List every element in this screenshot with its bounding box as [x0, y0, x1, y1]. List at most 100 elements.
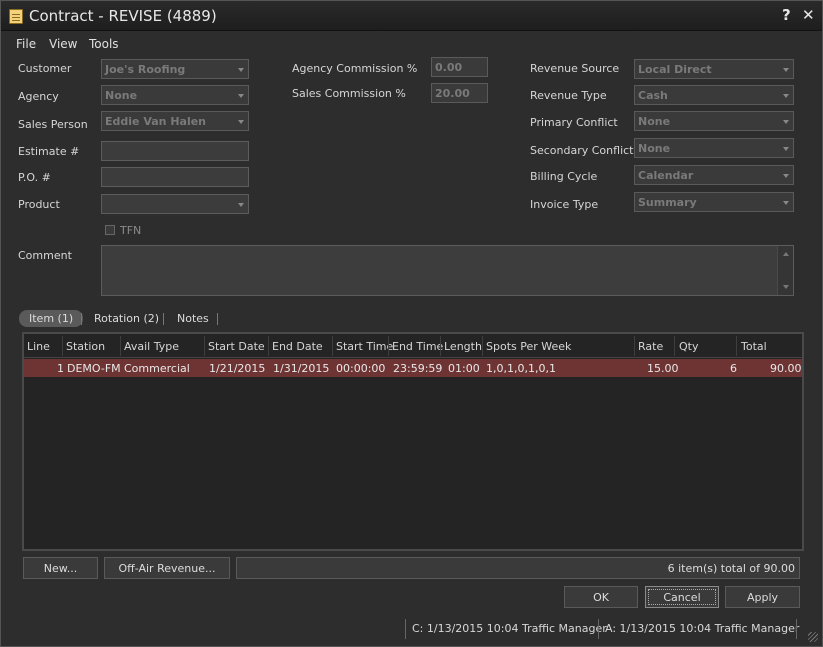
chevron-down-icon: [783, 174, 789, 178]
column-divider[interactable]: [268, 336, 269, 356]
cell-end-time: 23:59:59: [393, 362, 443, 375]
status-divider: [405, 619, 406, 639]
off-air-revenue-button[interactable]: Off-Air Revenue...: [104, 557, 230, 579]
column-header[interactable]: End Time: [392, 340, 443, 353]
column-divider[interactable]: [120, 336, 121, 356]
secondary-conflict-value: None: [638, 142, 671, 155]
chevron-down-icon: [783, 94, 789, 98]
agency-commission-input[interactable]: 0.00: [431, 57, 488, 77]
items-summary: 6 item(s) total of 90.00: [236, 557, 800, 579]
revenue-source-select[interactable]: Local Direct: [634, 59, 794, 79]
scroll-up-icon[interactable]: [783, 252, 789, 256]
comment-textarea[interactable]: [101, 245, 794, 296]
cell-qty: 6: [730, 362, 737, 375]
comment-scrollbar[interactable]: [777, 246, 793, 295]
invoice-type-value: Summary: [638, 196, 697, 209]
tab-divider: [81, 313, 82, 325]
billing-cycle-select[interactable]: Calendar: [634, 165, 794, 185]
column-header[interactable]: Spots Per Week: [486, 340, 571, 353]
agency-select[interactable]: None: [101, 85, 249, 105]
window-title: Contract - REVISE (4889): [29, 7, 217, 25]
grid-header: Line Station Avail Type Start Date End D…: [24, 334, 802, 358]
column-header[interactable]: Qty: [679, 340, 698, 353]
agency-label: Agency: [18, 90, 59, 103]
menu-tools[interactable]: Tools: [89, 37, 119, 51]
revenue-type-select[interactable]: Cash: [634, 85, 794, 105]
sales-commission-label: Sales Commission %: [292, 87, 406, 100]
column-header[interactable]: Start Date: [208, 340, 265, 353]
sales-commission-input[interactable]: 20.00: [431, 83, 488, 103]
table-row[interactable]: 1 DEMO-FM Commercial 1/21/2015 1/31/2015…: [24, 359, 802, 377]
close-button[interactable]: ✕: [802, 6, 815, 24]
revenue-type-value: Cash: [638, 89, 668, 102]
menu-file[interactable]: File: [16, 37, 36, 51]
new-item-button[interactable]: New...: [23, 557, 98, 579]
salesperson-label: Sales Person: [18, 118, 88, 131]
cell-spots-per-week: 1,0,1,0,1,0,1: [486, 362, 556, 375]
column-divider[interactable]: [204, 336, 205, 356]
chevron-down-icon: [783, 147, 789, 151]
chevron-down-icon: [238, 94, 244, 98]
cell-avail-type: Commercial: [124, 362, 190, 375]
cell-rate: 15.00: [647, 362, 679, 375]
ok-button[interactable]: OK: [564, 586, 638, 608]
cancel-button[interactable]: Cancel: [645, 586, 719, 608]
column-header[interactable]: End Date: [272, 340, 323, 353]
resize-grip-icon[interactable]: [808, 632, 818, 642]
salesperson-select[interactable]: Eddie Van Halen: [101, 111, 249, 131]
column-divider[interactable]: [482, 336, 483, 356]
menu-view[interactable]: View: [49, 37, 77, 51]
altered-status: A: 1/13/2015 10:04 Traffic Manager: [605, 622, 800, 635]
help-button[interactable]: ?: [782, 6, 791, 24]
items-grid[interactable]: Line Station Avail Type Start Date End D…: [22, 332, 804, 551]
salesperson-value: Eddie Van Halen: [105, 115, 207, 128]
billing-cycle-value: Calendar: [638, 169, 694, 182]
tab-rotation[interactable]: Rotation (2): [94, 310, 159, 327]
column-header[interactable]: Length: [444, 340, 482, 353]
column-header[interactable]: Rate: [638, 340, 663, 353]
scroll-down-icon[interactable]: [783, 285, 789, 289]
cell-end-date: 1/31/2015: [273, 362, 330, 375]
column-divider[interactable]: [736, 336, 737, 356]
tfn-label: TFN: [120, 224, 142, 237]
product-select[interactable]: [101, 194, 249, 214]
column-header[interactable]: Total: [741, 340, 767, 353]
tab-divider: [217, 313, 218, 325]
revenue-type-label: Revenue Type: [530, 89, 607, 102]
tfn-checkbox[interactable]: [105, 225, 115, 235]
column-header[interactable]: Station: [66, 340, 105, 353]
column-divider[interactable]: [332, 336, 333, 356]
column-divider[interactable]: [634, 336, 635, 356]
column-header[interactable]: Avail Type: [124, 340, 179, 353]
customer-value: Joe's Roofing: [105, 63, 186, 76]
customer-select[interactable]: Joe's Roofing: [101, 59, 249, 79]
menu-bar: File View Tools: [1, 34, 822, 54]
column-divider[interactable]: [388, 336, 389, 356]
comment-label: Comment: [18, 249, 72, 262]
customer-label: Customer: [18, 62, 72, 75]
column-divider[interactable]: [440, 336, 441, 356]
secondary-conflict-select[interactable]: None: [634, 138, 794, 158]
primary-conflict-value: None: [638, 115, 671, 128]
cell-station: DEMO-FM: [67, 362, 121, 375]
primary-conflict-select[interactable]: None: [634, 111, 794, 131]
column-header[interactable]: Start Time: [336, 340, 393, 353]
tab-notes[interactable]: Notes: [177, 310, 209, 327]
column-divider[interactable]: [62, 336, 63, 356]
estimate-input[interactable]: [101, 141, 249, 161]
tab-item[interactable]: Item (1): [19, 310, 84, 327]
column-header[interactable]: Line: [27, 340, 50, 353]
cell-start-date: 1/21/2015: [209, 362, 266, 375]
tab-divider: [163, 313, 164, 325]
status-divider: [598, 619, 599, 639]
secondary-conflict-label: Secondary Conflict: [530, 144, 634, 157]
column-divider[interactable]: [674, 336, 675, 356]
apply-button[interactable]: Apply: [725, 586, 800, 608]
chevron-down-icon: [783, 120, 789, 124]
cell-line: 1: [57, 362, 64, 375]
status-divider: [796, 619, 797, 639]
po-input[interactable]: [101, 167, 249, 187]
chevron-down-icon: [783, 201, 789, 205]
invoice-type-select[interactable]: Summary: [634, 192, 794, 212]
chevron-down-icon: [783, 68, 789, 72]
